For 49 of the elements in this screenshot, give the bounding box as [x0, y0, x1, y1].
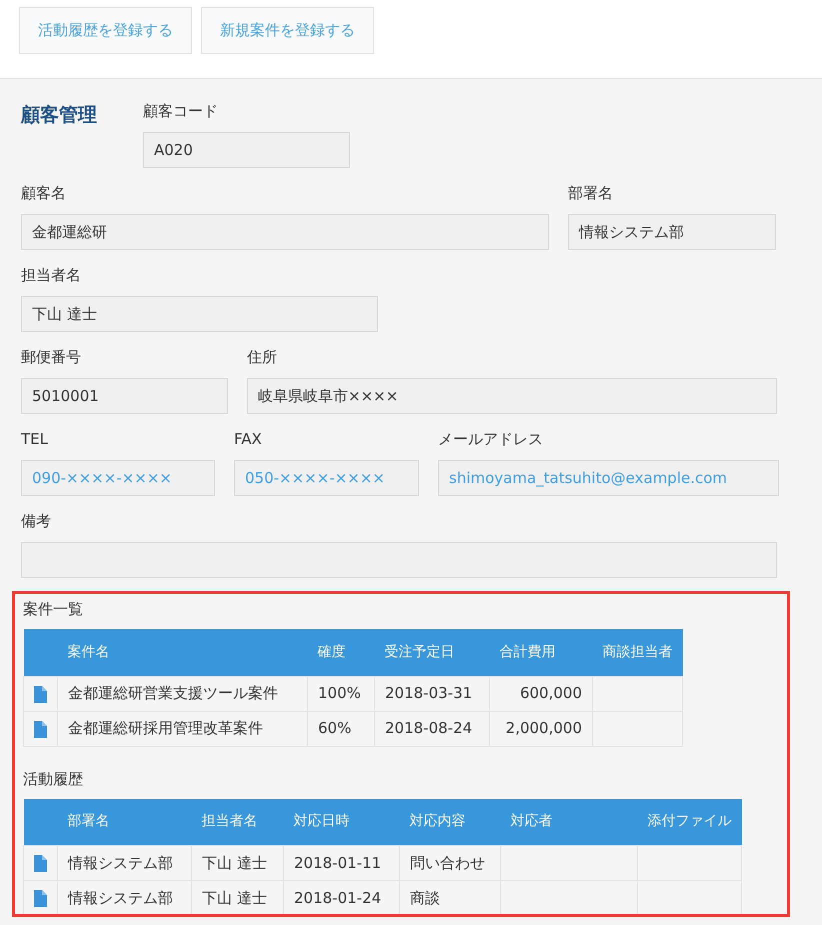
table-cell: 60%: [308, 711, 374, 746]
input-field[interactable]: 下山 達士: [21, 296, 378, 332]
table-cell: 600,000: [490, 676, 592, 711]
field-label: メールアドレス: [438, 429, 544, 450]
table-cell: 2018-03-31: [374, 676, 490, 711]
section-title: 案件一覧: [23, 599, 84, 620]
input-field[interactable]: 岐阜県岐阜市××××: [247, 378, 777, 414]
column-header: 合計費用: [490, 629, 592, 676]
table-cell: 100%: [308, 676, 374, 711]
table-cell: 2,000,000: [490, 711, 592, 746]
document-icon[interactable]: [34, 686, 47, 703]
table-cell: 2018-08-24: [374, 711, 490, 746]
column-header: 対応日時: [284, 798, 400, 846]
input-field[interactable]: 金都運総研: [21, 214, 549, 250]
table-cell: 2018-01-11: [284, 846, 400, 880]
header-cell: [24, 798, 58, 846]
table-cell: 金都運総研採用管理改革案件: [58, 711, 308, 746]
field-label: 顧客名: [21, 183, 67, 204]
input-field[interactable]: 5010001: [21, 378, 228, 414]
table-cell: 情報システム部: [58, 846, 192, 880]
input-field[interactable]: 情報システム部: [568, 214, 776, 250]
table-cell: 下山 達士: [192, 846, 284, 880]
input-field[interactable]: [21, 542, 777, 578]
table-cell: 金都運総研営業支援ツール案件: [58, 676, 308, 711]
column-header: 受注予定日: [374, 629, 490, 676]
page-title: 顧客管理: [21, 103, 98, 128]
section-title: 活動履歴: [23, 768, 84, 790]
field-label: 顧客コード: [143, 101, 219, 122]
column-header: 案件名: [58, 629, 308, 676]
header-cell: [24, 629, 58, 676]
column-header: 担当者名: [192, 798, 284, 846]
field-label: 担当者名: [21, 265, 82, 286]
column-header: 対応内容: [400, 798, 500, 846]
table-cell: 問い合わせ: [400, 846, 500, 880]
document-icon[interactable]: [34, 855, 47, 872]
field-label: 住所: [247, 347, 278, 368]
field-label: 部署名: [568, 183, 614, 204]
column-header: 確度: [308, 629, 374, 676]
column-header: 添付ファイル: [638, 798, 742, 846]
input-field[interactable]: A020: [143, 132, 350, 168]
document-icon[interactable]: [34, 890, 47, 908]
document-icon[interactable]: [34, 720, 47, 738]
field-label: FAX: [234, 429, 263, 450]
field-label: TEL: [21, 429, 49, 450]
field-label: 郵便番号: [21, 347, 82, 368]
column-header: 部署名: [58, 798, 192, 846]
column-header: 商談担当者: [592, 629, 682, 676]
field-label: 備考: [21, 511, 52, 532]
column-header: 対応者: [500, 798, 638, 846]
